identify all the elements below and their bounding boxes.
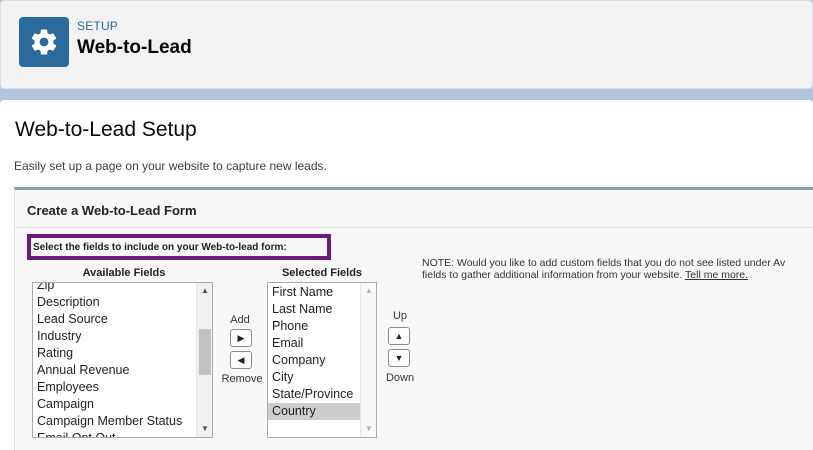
- list-item[interactable]: Phone: [268, 318, 360, 335]
- arrow-left-icon: ◀: [237, 354, 245, 365]
- list-item[interactable]: Lead Source: [33, 311, 196, 328]
- page-header-title: Web-to-Lead: [77, 37, 192, 58]
- panel-divider: [15, 227, 813, 228]
- list-item[interactable]: First Name: [268, 284, 360, 301]
- available-scrollbar[interactable]: ▲ ▼: [196, 283, 212, 437]
- list-item[interactable]: Country: [268, 403, 360, 420]
- list-item[interactable]: Email: [268, 335, 360, 352]
- down-button[interactable]: ▼: [388, 349, 410, 367]
- select-fields-label: Select the fields to include on your Web…: [27, 234, 331, 260]
- page-title: Web-to-Lead Setup: [15, 118, 197, 141]
- scroll-down-icon[interactable]: ▼: [361, 421, 376, 437]
- note-line-1: NOTE: Would you like to add custom field…: [422, 257, 786, 269]
- header-card: SETUP Web-to-Lead: [0, 0, 813, 89]
- main-card: Web-to-Lead Setup Easily set up a page o…: [0, 100, 813, 450]
- selected-fields-list[interactable]: First Name Last Name Phone Email Company City…: [267, 282, 377, 438]
- list-item[interactable]: Employees: [33, 379, 196, 396]
- down-label: Down: [385, 372, 415, 384]
- list-item[interactable]: Annual Revenue: [33, 362, 196, 379]
- list-item[interactable]: Campaign: [33, 396, 196, 413]
- custom-fields-note: NOTE: Would you like to add custom field…: [422, 257, 813, 281]
- remove-button[interactable]: ◀: [230, 351, 252, 369]
- add-label: Add: [230, 314, 250, 326]
- list-item[interactable]: Email Opt Out: [33, 430, 196, 437]
- note-line-2: fields to gather additional information …: [422, 269, 683, 281]
- list-item[interactable]: Campaign Member Status: [33, 413, 196, 430]
- arrow-right-icon: ▶: [237, 332, 245, 343]
- arrow-down-icon: ▼: [394, 353, 404, 363]
- panel-title: Create a Web-to-Lead Form: [27, 203, 197, 218]
- remove-label: Remove: [221, 373, 263, 385]
- scroll-thumb[interactable]: [199, 329, 211, 375]
- available-fields-list[interactable]: Zip Description Lead Source Industry Rating A…: [32, 282, 213, 438]
- scroll-up-icon[interactable]: ▲: [197, 283, 212, 299]
- available-fields-header: Available Fields: [82, 267, 166, 279]
- selected-fields-header: Selected Fields: [281, 267, 363, 279]
- list-item[interactable]: Last Name: [268, 301, 360, 318]
- add-button[interactable]: ▶: [230, 329, 252, 347]
- breadcrumb: SETUP: [77, 19, 119, 33]
- list-item[interactable]: City: [268, 369, 360, 386]
- create-form-panel: Create a Web-to-Lead Form Select the fie…: [14, 187, 813, 450]
- scroll-down-icon[interactable]: ▼: [197, 421, 212, 437]
- up-label: Up: [392, 310, 408, 322]
- list-item[interactable]: Company: [268, 352, 360, 369]
- list-item[interactable]: Description: [33, 294, 196, 311]
- up-button[interactable]: ▲: [388, 327, 410, 345]
- list-item[interactable]: Zip: [33, 283, 196, 294]
- list-item[interactable]: State/Province: [268, 386, 360, 403]
- list-item[interactable]: Rating: [33, 345, 196, 362]
- list-item[interactable]: Industry: [33, 328, 196, 345]
- arrow-up-icon: ▲: [394, 331, 404, 341]
- tell-me-more-link[interactable]: Tell me more.: [685, 269, 748, 281]
- selected-scrollbar[interactable]: ▲ ▼: [360, 283, 376, 437]
- gear-icon: [19, 17, 69, 67]
- scroll-up-icon[interactable]: ▲: [361, 283, 376, 299]
- page-description: Easily set up a page on your website to …: [14, 159, 327, 173]
